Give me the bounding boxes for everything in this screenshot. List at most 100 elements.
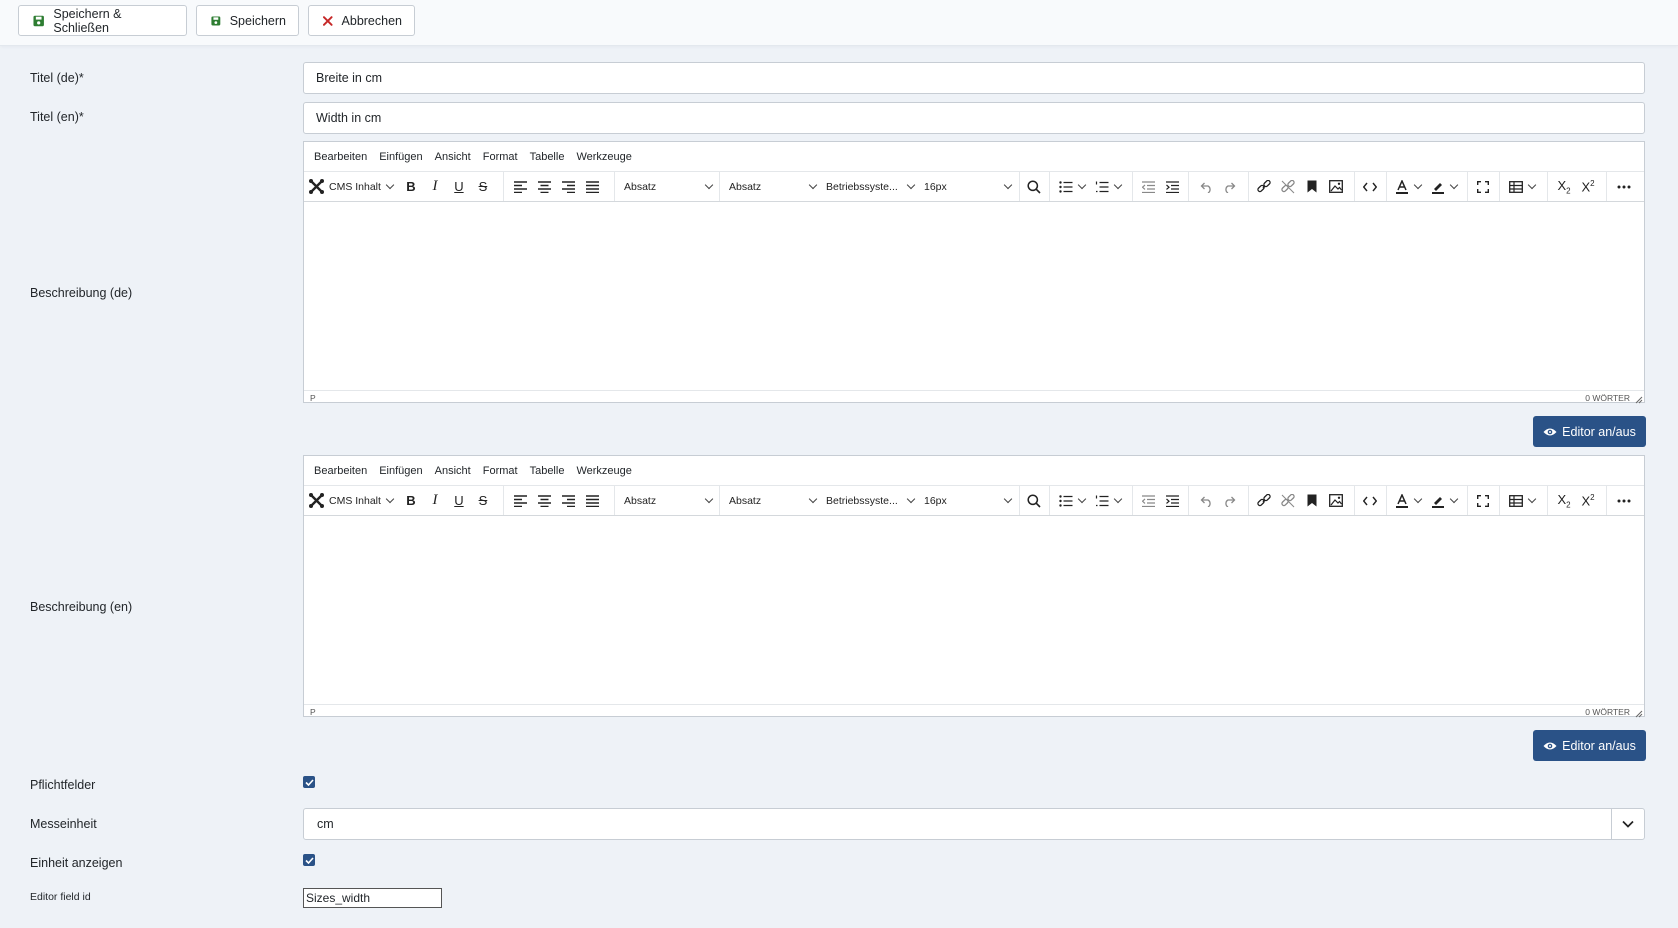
font-size-dropdown[interactable]: 16px <box>924 495 1013 507</box>
highlight-color-icon[interactable] <box>1426 489 1462 513</box>
more-icon[interactable] <box>1612 175 1636 199</box>
bold-icon[interactable]: B <box>399 489 423 513</box>
menu-format[interactable]: Format <box>483 151 518 163</box>
outdent-icon[interactable] <box>1136 489 1160 513</box>
resize-handle-icon[interactable] <box>1635 396 1643 404</box>
bold-icon[interactable]: B <box>399 175 423 199</box>
superscript-icon[interactable]: X2 <box>1576 175 1600 199</box>
italic-icon[interactable]: I <box>423 489 447 513</box>
align-left-icon[interactable] <box>508 489 532 513</box>
bullet-list-icon[interactable] <box>1054 489 1090 513</box>
table-icon[interactable] <box>1503 175 1541 199</box>
font-size-dropdown[interactable]: 16px <box>924 181 1013 193</box>
subscript-icon[interactable]: X2 <box>1552 175 1576 199</box>
italic-icon[interactable]: I <box>423 175 447 199</box>
unlink-icon[interactable] <box>1276 489 1300 513</box>
block-format-dropdown[interactable]: Absatz <box>624 495 714 507</box>
element-path[interactable]: P <box>310 393 316 403</box>
editor-toggle-button[interactable]: Editor an/aus <box>1533 730 1646 761</box>
outdent-icon[interactable] <box>1136 175 1160 199</box>
style-format-dropdown[interactable]: Absatz <box>729 495 818 507</box>
unit-select[interactable]: cm <box>303 808 1645 840</box>
menu-view[interactable]: Ansicht <box>435 151 471 163</box>
superscript-icon[interactable]: X2 <box>1576 489 1600 513</box>
menu-insert[interactable]: Einfügen <box>379 465 422 477</box>
style-format-dropdown[interactable]: Absatz <box>729 181 818 193</box>
align-center-icon[interactable] <box>532 175 556 199</box>
source-code-icon[interactable] <box>1358 175 1382 199</box>
image-icon[interactable] <box>1324 489 1348 513</box>
cancel-button[interactable]: Abbrechen <box>308 5 415 36</box>
title-en-label: Titel (en)* <box>30 110 84 124</box>
align-justify-icon[interactable] <box>580 489 604 513</box>
bookmark-icon[interactable] <box>1300 489 1324 513</box>
menu-edit[interactable]: Bearbeiten <box>314 465 367 477</box>
block-format-dropdown[interactable]: Absatz <box>624 181 714 193</box>
source-code-icon[interactable] <box>1358 489 1382 513</box>
fullscreen-icon[interactable] <box>1471 489 1495 513</box>
menu-edit[interactable]: Bearbeiten <box>314 151 367 163</box>
unlink-icon[interactable] <box>1276 175 1300 199</box>
menu-table[interactable]: Tabelle <box>530 151 565 163</box>
strikethrough-icon[interactable]: S <box>471 489 495 513</box>
chevron-down-icon[interactable] <box>1611 809 1644 839</box>
indent-icon[interactable] <box>1160 489 1184 513</box>
underline-icon[interactable]: U <box>447 175 471 199</box>
title-en-value: Width in cm <box>316 111 382 125</box>
element-path[interactable]: P <box>310 707 316 717</box>
save-close-button[interactable]: Speichern & Schließen <box>18 5 187 36</box>
text-color-icon[interactable] <box>1390 175 1426 199</box>
fullscreen-icon[interactable] <box>1471 175 1495 199</box>
redo-icon[interactable] <box>1218 175 1242 199</box>
title-en-input[interactable]: Width in cm <box>303 102 1645 134</box>
cms-content-dropdown[interactable]: CMS Inhalt <box>308 492 395 509</box>
align-right-icon[interactable] <box>556 175 580 199</box>
link-icon[interactable] <box>1252 489 1276 513</box>
menu-tools[interactable]: Werkzeuge <box>576 151 631 163</box>
editor-field-id-input[interactable]: Sizes_width <box>303 888 442 908</box>
editor-content-area[interactable] <box>304 202 1644 390</box>
menu-format[interactable]: Format <box>483 465 518 477</box>
align-left-icon[interactable] <box>508 175 532 199</box>
editor-content-area[interactable] <box>304 516 1644 704</box>
redo-icon[interactable] <box>1218 489 1242 513</box>
menu-view[interactable]: Ansicht <box>435 465 471 477</box>
bullet-list-icon[interactable] <box>1054 175 1090 199</box>
text-color-icon[interactable] <box>1390 489 1426 513</box>
editor-toggle-button[interactable]: Editor an/aus <box>1533 416 1646 447</box>
search-icon[interactable] <box>1022 175 1046 199</box>
title-de-input[interactable]: Breite in cm <box>303 62 1645 94</box>
menu-tools[interactable]: Werkzeuge <box>576 465 631 477</box>
underline-icon[interactable]: U <box>447 489 471 513</box>
link-icon[interactable] <box>1252 175 1276 199</box>
menu-insert[interactable]: Einfügen <box>379 151 422 163</box>
subscript-icon[interactable]: X2 <box>1552 489 1576 513</box>
image-icon[interactable] <box>1324 175 1348 199</box>
strikethrough-icon[interactable]: S <box>471 175 495 199</box>
show-unit-checkbox[interactable] <box>303 854 315 866</box>
bookmark-icon[interactable] <box>1300 175 1324 199</box>
resize-handle-icon[interactable] <box>1635 710 1643 718</box>
numbered-list-icon[interactable] <box>1090 489 1126 513</box>
undo-icon[interactable] <box>1194 489 1218 513</box>
menu-table[interactable]: Tabelle <box>530 465 565 477</box>
undo-icon[interactable] <box>1194 175 1218 199</box>
more-icon[interactable] <box>1612 489 1636 513</box>
required-checkbox[interactable] <box>303 776 315 788</box>
indent-icon[interactable] <box>1160 175 1184 199</box>
align-justify-icon[interactable] <box>580 175 604 199</box>
cms-content-label: CMS Inhalt <box>329 180 381 193</box>
highlight-color-icon[interactable] <box>1426 175 1462 199</box>
align-right-icon[interactable] <box>556 489 580 513</box>
save-icon <box>33 15 44 26</box>
font-family-dropdown[interactable]: Betriebssyste... <box>826 495 916 507</box>
font-family-dropdown[interactable]: Betriebssyste... <box>826 181 916 193</box>
search-icon[interactable] <box>1022 489 1046 513</box>
joomla-icon <box>309 493 324 508</box>
save-button[interactable]: Speichern <box>196 5 299 36</box>
align-center-icon[interactable] <box>532 489 556 513</box>
table-icon[interactable] <box>1503 489 1541 513</box>
cms-content-dropdown[interactable]: CMS Inhalt <box>308 178 395 195</box>
numbered-list-icon[interactable] <box>1090 175 1126 199</box>
editor-toggle-label: Editor an/aus <box>1562 424 1636 439</box>
